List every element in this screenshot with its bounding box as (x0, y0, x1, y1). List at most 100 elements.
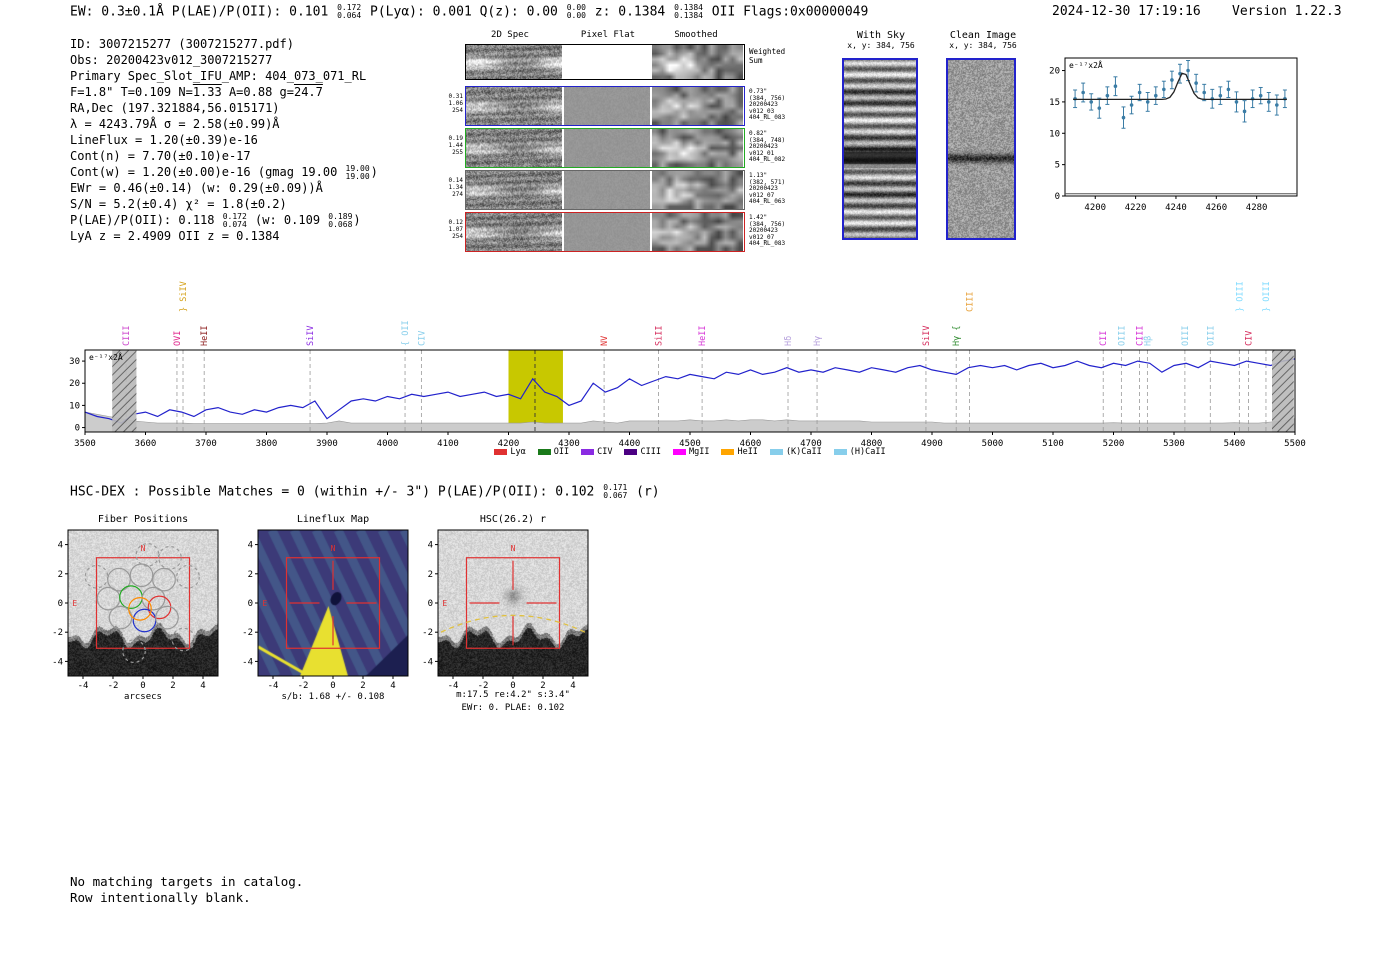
sup-sub-value: 0.172 0.064 (337, 4, 361, 20)
svg-text:4200: 4200 (1084, 203, 1106, 213)
legend-label: CIII (640, 447, 660, 457)
cutout-left-labels: 0.14 1.34 274 (446, 177, 463, 198)
svg-text:4300: 4300 (558, 439, 580, 447)
sup-sub-value: 19.00 19.00 (346, 165, 370, 181)
svg-text:N: N (141, 544, 146, 553)
svg-text:20: 20 (1049, 67, 1060, 77)
svg-text:4220: 4220 (1125, 203, 1147, 213)
svg-text:2: 2 (170, 681, 175, 691)
emission-line-label-H: Hδ (784, 336, 794, 346)
fiber-positions-panel: Fiber Positions arcsecs -4 -4 -2 -2 0 0 2 2 4 4 N E (46, 514, 251, 719)
cutout-2dspec-image (466, 87, 562, 125)
header-summary-line: EW: 0.3±0.1Å P(LAE)/P(OII): 0.101 0.172 0… (70, 4, 868, 20)
zoom-plot-svg: 051015204200 4220 4240 4260 4280e⁻¹⁷x2Å (1035, 46, 1305, 226)
legend-label: MgII (689, 447, 709, 457)
legend-label: (K)CaII (786, 447, 822, 457)
svg-text:20: 20 (69, 379, 80, 389)
header-datetime-version: 2024-12-30 17:19:16 Version 1.22.3 (1052, 4, 1342, 19)
emission-line-label-HeII: HeII (200, 326, 210, 346)
legend-label: HeII (737, 447, 757, 457)
svg-text:e⁻¹⁷x2Å: e⁻¹⁷x2Å (1069, 59, 1103, 70)
with-sky-title: With Sky (826, 30, 936, 41)
cutout-smoothed-image (652, 129, 743, 167)
svg-text:-2: -2 (298, 681, 309, 691)
cutout-row-fiber-4 (465, 212, 745, 252)
detection-zoom-plot: 0 5 10 15 20 4200 4220 4240 4260 4280 e⁻¹⁷x2Å (1035, 46, 1305, 226)
sup-sub-value: 0.00 0.00 (567, 4, 586, 20)
cutout-row-fiber-1 (465, 86, 745, 126)
legend-swatch (673, 449, 686, 455)
emission-line-label-CIII: CIII (122, 326, 132, 346)
legend-label: Lyα (510, 447, 525, 457)
svg-text:0: 0 (428, 599, 433, 609)
hsc-cutout-panel: HSC(26.2) r m:17.5 re:4.2" s:3.4" EWr: 0… (416, 514, 621, 719)
fiber-circle (133, 609, 156, 632)
cutout-pixelflat-image (564, 129, 650, 167)
clean-image-title: Clean Image (928, 30, 1038, 41)
emission-line-label-SiIV: SiIV (922, 326, 932, 346)
svg-text:0: 0 (75, 424, 80, 434)
fiber-circle (136, 544, 159, 567)
svg-text:4900: 4900 (921, 439, 943, 447)
cutout-2dspec-image (466, 171, 562, 209)
svg-text:10: 10 (69, 401, 80, 411)
svg-text:2: 2 (428, 570, 433, 580)
emission-line-label-H: Hγ (813, 336, 823, 346)
svg-text:2: 2 (58, 570, 63, 580)
full-spectrum-svg: 0 10 20 30 3500 3600 3700 3800 3900 4000 4100 4200 4… (55, 262, 1325, 447)
with-sky-coords: x, y: 384, 756 (826, 41, 936, 50)
elixer-detection-report: EW: 0.3±0.1Å P(LAE)/P(OII): 0.101 0.172 0… (0, 0, 1400, 953)
emission-line-label-OIII: OIII (1117, 326, 1127, 346)
hsc-dex-line: HSC-DEX : Possible Matches = 0 (within +… (70, 484, 660, 500)
svg-text:E: E (442, 599, 447, 608)
emission-line-label-CII: CII (1099, 331, 1109, 346)
svg-text:e⁻¹⁷x2Å: e⁻¹⁷x2Å (89, 351, 123, 362)
sup-sub-value: 0.171 0.067 (603, 484, 627, 500)
footer-line-2: Row intentionally blank. (70, 890, 303, 906)
cutout-pixelflat-image (564, 87, 650, 125)
legend-swatch (624, 449, 637, 455)
svg-text:5100: 5100 (1042, 439, 1064, 447)
svg-text:3700: 3700 (195, 439, 217, 447)
detection-info-block: ID: 3007215277 (3007215277.pdf) Obs: 2020… (70, 36, 378, 244)
emission-line-label-SiIV: SiIV (306, 326, 316, 346)
svg-text:E: E (72, 599, 77, 608)
svg-text:2: 2 (360, 681, 365, 691)
svg-text:0: 0 (1055, 192, 1060, 202)
svg-text:0: 0 (58, 599, 63, 609)
svg-text:-4: -4 (422, 657, 433, 667)
cutout-2dspec-image (466, 45, 562, 79)
report-version: Version 1.22.3 (1232, 4, 1342, 19)
svg-text:N: N (511, 544, 516, 553)
svg-text:E: E (262, 599, 267, 608)
info-line: LyA z = 2.4909 OII z = 0.1384 (70, 228, 378, 244)
footer-line-1: No matching targets in catalog. (70, 874, 303, 890)
legend-swatch (770, 449, 783, 455)
cutout-2dspec-image (466, 129, 562, 167)
fiber-circle (156, 606, 179, 629)
svg-text:3600: 3600 (135, 439, 157, 447)
svg-text:4: 4 (570, 681, 575, 691)
emission-line-label-SiII: SiII (655, 326, 665, 346)
with-sky-image (842, 58, 918, 240)
svg-text:4280: 4280 (1246, 203, 1268, 213)
svg-text:4240: 4240 (1165, 203, 1187, 213)
emission-line-label-OIII: } OIII (1235, 281, 1245, 312)
svg-text:4: 4 (58, 541, 63, 551)
svg-text:-4: -4 (242, 657, 253, 667)
panel-body: -4 -4 -2 -2 0 0 2 2 4 4 N E (416, 514, 621, 719)
svg-text:15: 15 (1049, 98, 1060, 108)
info-line: LineFlux = 1.20(±0.39)e-16 (70, 132, 378, 148)
report-datetime: 2024-12-30 17:19:16 (1052, 4, 1201, 19)
cutout-smoothed-image (652, 87, 743, 125)
panel-overlay-svg: -4 -4 -2 -2 0 0 2 2 4 4 N E (236, 514, 441, 719)
emission-line-label-OIII: } OIII (1262, 281, 1272, 312)
info-line: ID: 3007215277 (3007215277.pdf) (70, 36, 378, 52)
spectrum-legend: Lyα OII CIV CIII MgII HeII (K)CaII (H)CaII (85, 447, 1295, 457)
clean-image (946, 58, 1016, 240)
svg-text:4800: 4800 (861, 439, 883, 447)
cutout-pixelflat-image (564, 213, 650, 251)
info-line: F=1.8" T=0.109 N=1.33 A=0.88 g=24.7 (70, 84, 378, 100)
info-line: Cont(n) = 7.70(±0.10)e-17 (70, 148, 378, 164)
sup-sub-value: 0.189 0.068 (328, 213, 352, 229)
